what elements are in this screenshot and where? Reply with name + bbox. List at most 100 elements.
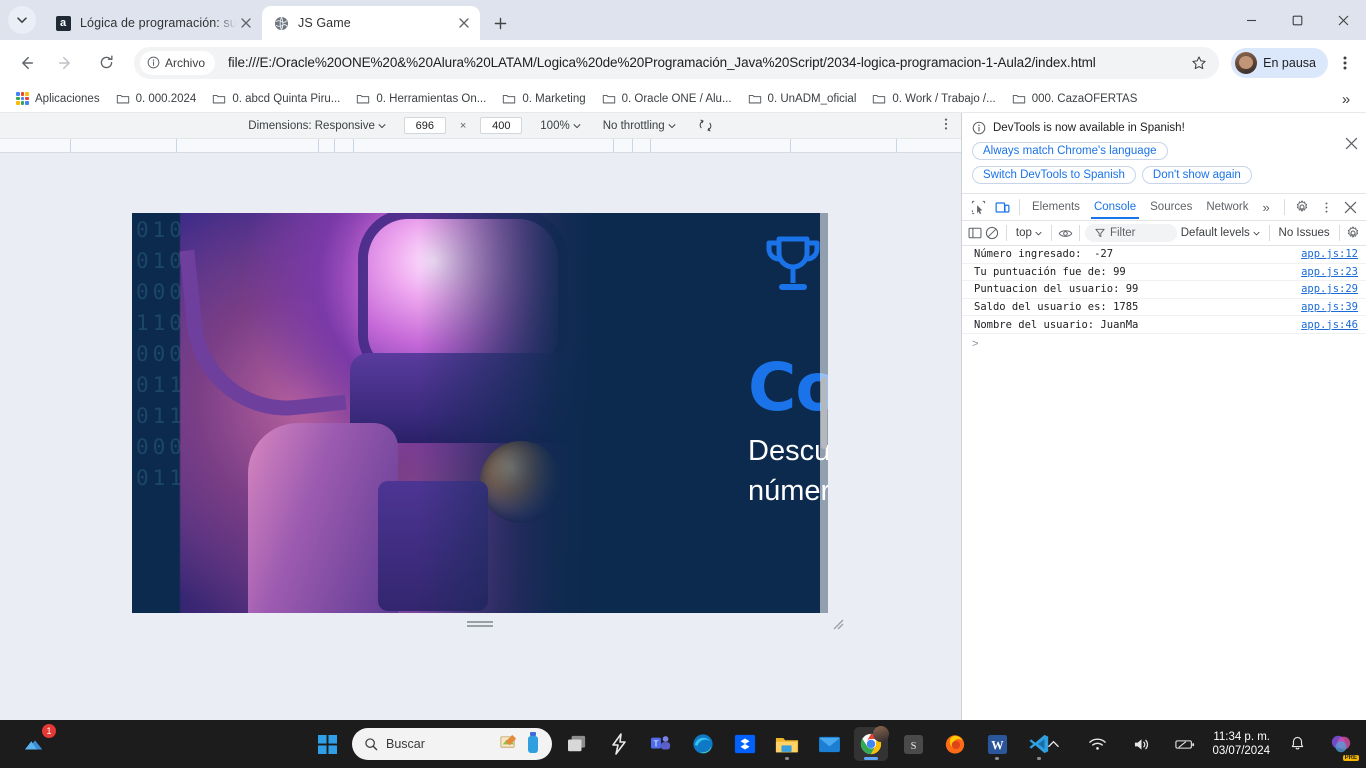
taskbar-date: 03/07/2024 [1212, 745, 1270, 757]
console-message[interactable]: Número ingresado: -27 app.js:12 [962, 246, 1366, 264]
page-subtitle-line2: número secreto [748, 475, 828, 507]
dont-show-again-button[interactable]: Don't show again [1141, 166, 1252, 184]
new-tab-button[interactable] [486, 9, 514, 37]
console-message[interactable]: Puntuacion del usuario: 99 app.js:29 [962, 281, 1366, 299]
alura-icon: a [55, 15, 71, 31]
bookmark-folder-6[interactable]: 0. UnADM_oficial [740, 89, 865, 109]
close-icon[interactable] [236, 13, 256, 33]
viewport-resize-handle-corner[interactable] [828, 614, 844, 630]
tab-network[interactable]: Network [1199, 196, 1255, 218]
profile-button[interactable]: En pausa [1231, 47, 1328, 78]
console-message-source[interactable]: app.js:12 [1301, 248, 1358, 260]
url-text[interactable]: file:///E:/Oracle%20ONE%20&%20Alura%20LA… [228, 55, 1185, 70]
taskbar-app-edge[interactable] [686, 727, 720, 761]
taskbar-app-teams[interactable]: T [644, 727, 678, 761]
toggle-console-sidebar-button[interactable] [966, 221, 984, 245]
bookmark-star-icon[interactable] [1185, 49, 1213, 77]
close-devtools-button[interactable] [1338, 195, 1362, 219]
close-icon[interactable] [454, 13, 474, 33]
bookmarks-overflow-button[interactable]: » [1336, 89, 1356, 109]
bookmark-folder-1[interactable]: 0. 000.2024 [108, 89, 205, 109]
device-toolbar-menu-button[interactable] [939, 117, 953, 134]
taskbar-app-file-explorer[interactable] [770, 727, 804, 761]
taskbar-app-chrome[interactable] [854, 726, 889, 761]
bookmark-folder-2[interactable]: 0. abcd Quinta Piru... [204, 89, 348, 109]
taskbar-search-box[interactable]: Buscar [352, 728, 552, 760]
notifications-bell-icon[interactable] [1280, 727, 1314, 761]
taskbar-app-lightning[interactable] [602, 727, 636, 761]
forward-button[interactable] [50, 47, 82, 79]
bookmark-folder-7[interactable]: 0. Work / Trabajo /... [864, 89, 1003, 109]
console-message-source[interactable]: app.js:46 [1301, 319, 1358, 331]
devtools-more-options-button[interactable] [1314, 195, 1338, 219]
minimize-button[interactable] [1228, 0, 1274, 40]
toggle-device-toolbar-button[interactable] [990, 195, 1014, 219]
tabs-overflow-button[interactable]: » [1256, 195, 1277, 220]
page-scrollbar[interactable] [820, 213, 828, 613]
inspect-element-button[interactable] [966, 195, 990, 219]
console-message[interactable]: Saldo del usuario es: 1785 app.js:39 [962, 299, 1366, 317]
tab-sources[interactable]: Sources [1143, 196, 1199, 218]
tab-js-game[interactable]: JS Game [262, 6, 480, 40]
tab-console[interactable]: Console [1087, 196, 1143, 219]
throttling-dropdown[interactable]: No throttling [599, 118, 680, 134]
reload-button[interactable] [90, 47, 122, 79]
bookmark-aplicaciones[interactable]: Aplicaciones [8, 89, 108, 108]
live-expression-button[interactable] [1057, 221, 1075, 245]
file-scheme-chip[interactable]: Archivo [140, 50, 216, 75]
taskbar-app-dropbox[interactable] [728, 727, 762, 761]
viewport-width-input[interactable] [403, 117, 446, 134]
task-view-button[interactable] [560, 727, 594, 761]
rotate-device-button[interactable] [694, 116, 717, 135]
page-viewport[interactable]: 0101 110 1 010 0 0 0 0 000 011 0010001 1… [132, 213, 828, 613]
bookmark-folder-8[interactable]: 000. CazaOFERTAS [1004, 89, 1146, 109]
console-levels-dropdown[interactable]: Default levels [1177, 227, 1264, 239]
dimensions-label: Dimensions: Responsive [248, 119, 375, 132]
address-bar[interactable]: Archivo file:///E:/Oracle%20ONE%20&%20Al… [134, 46, 1220, 79]
copilot-icon[interactable]: PRE [1324, 727, 1359, 761]
maximize-button[interactable] [1274, 0, 1320, 40]
always-match-language-button[interactable]: Always match Chrome's language [972, 142, 1168, 160]
back-button[interactable] [10, 47, 42, 79]
taskbar-app-mail[interactable] [812, 727, 846, 761]
bookmark-folder-3[interactable]: 0. Herramientas On... [348, 89, 494, 109]
tab-logica-programacion[interactable]: a Lógica de programación: sumér [44, 6, 262, 40]
battery-icon[interactable] [1168, 727, 1202, 761]
close-window-button[interactable] [1320, 0, 1366, 40]
console-message-source[interactable]: app.js:29 [1301, 283, 1358, 295]
wifi-icon[interactable] [1080, 727, 1114, 761]
console-message-source[interactable]: app.js:39 [1301, 301, 1358, 313]
clear-console-button[interactable] [984, 221, 1002, 245]
console-settings-button[interactable] [1344, 221, 1362, 245]
zoom-dropdown[interactable]: 100% [536, 118, 584, 134]
console-message[interactable]: Nombre del usuario: JuanMa app.js:46 [962, 316, 1366, 334]
kebab-menu-icon [1325, 201, 1327, 213]
issues-counter[interactable]: No Issues [1275, 227, 1334, 239]
taskbar-clock[interactable]: 11:34 p. m. 03/07/2024 [1212, 730, 1270, 758]
tab-search-button[interactable] [8, 6, 36, 34]
console-input-prompt[interactable]: > [962, 334, 1366, 354]
taskbar-app-word[interactable]: W [980, 727, 1014, 761]
taskbar-app-firefox[interactable] [938, 727, 972, 761]
close-icon[interactable] [1345, 137, 1358, 155]
viewport-height-input[interactable] [480, 117, 523, 134]
device-mode-toolbar: Dimensions: Responsive × 100% No throttl… [0, 113, 961, 139]
kebab-menu-icon [944, 118, 948, 130]
console-message[interactable]: Tu puntuación fue de: 99 app.js:23 [962, 264, 1366, 282]
devtools-settings-button[interactable] [1290, 195, 1314, 219]
tab-elements[interactable]: Elements [1025, 196, 1087, 218]
volume-icon[interactable] [1124, 727, 1158, 761]
bookmark-folder-5[interactable]: 0. Oracle ONE / Alu... [594, 89, 740, 109]
console-filter-input[interactable]: Filter [1084, 224, 1177, 242]
page-viewport-area: Dimensions: Responsive × 100% No throttl… [0, 113, 961, 720]
start-button[interactable] [310, 727, 344, 761]
chrome-menu-button[interactable] [1330, 47, 1360, 79]
tray-expand-button[interactable] [1036, 727, 1070, 761]
bookmark-folder-4[interactable]: 0. Marketing [494, 89, 593, 109]
viewport-resize-handle-bottom[interactable] [132, 615, 828, 629]
dimensions-dropdown[interactable]: Dimensions: Responsive [244, 118, 390, 134]
console-context-dropdown[interactable]: top [1012, 227, 1046, 239]
console-message-source[interactable]: app.js:23 [1301, 266, 1358, 278]
switch-to-spanish-button[interactable]: Switch DevTools to Spanish [972, 166, 1136, 184]
taskbar-app-s[interactable]: S [896, 727, 930, 761]
